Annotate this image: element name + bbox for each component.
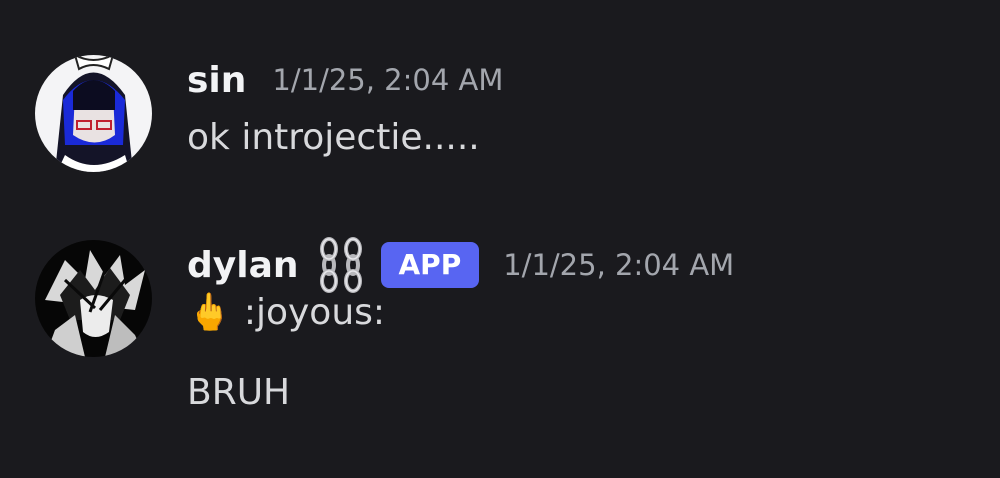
username[interactable]: dylan <box>187 245 299 286</box>
middle-finger-emoji: 🖕 <box>187 291 232 333</box>
avatar[interactable] <box>35 55 152 172</box>
timestamp[interactable]: 1/1/25, 2:04 AM <box>272 63 503 97</box>
app-badge: APP <box>380 242 480 288</box>
timestamp[interactable]: 1/1/25, 2:04 AM <box>503 248 734 282</box>
username[interactable]: sin <box>187 60 246 101</box>
message-header: sin 1/1/25, 2:04 AM <box>187 55 503 105</box>
message-header: dylan APP 1/1/25, 2:04 AM <box>187 237 734 293</box>
avatar[interactable] <box>35 240 152 357</box>
message-text: :joyous: <box>243 292 386 333</box>
message-content: BRUH <box>187 372 291 413</box>
message-content: 🖕 :joyous: <box>187 292 385 333</box>
message-content: ok introjectie..... <box>187 117 480 158</box>
chain-icon <box>315 237 367 293</box>
